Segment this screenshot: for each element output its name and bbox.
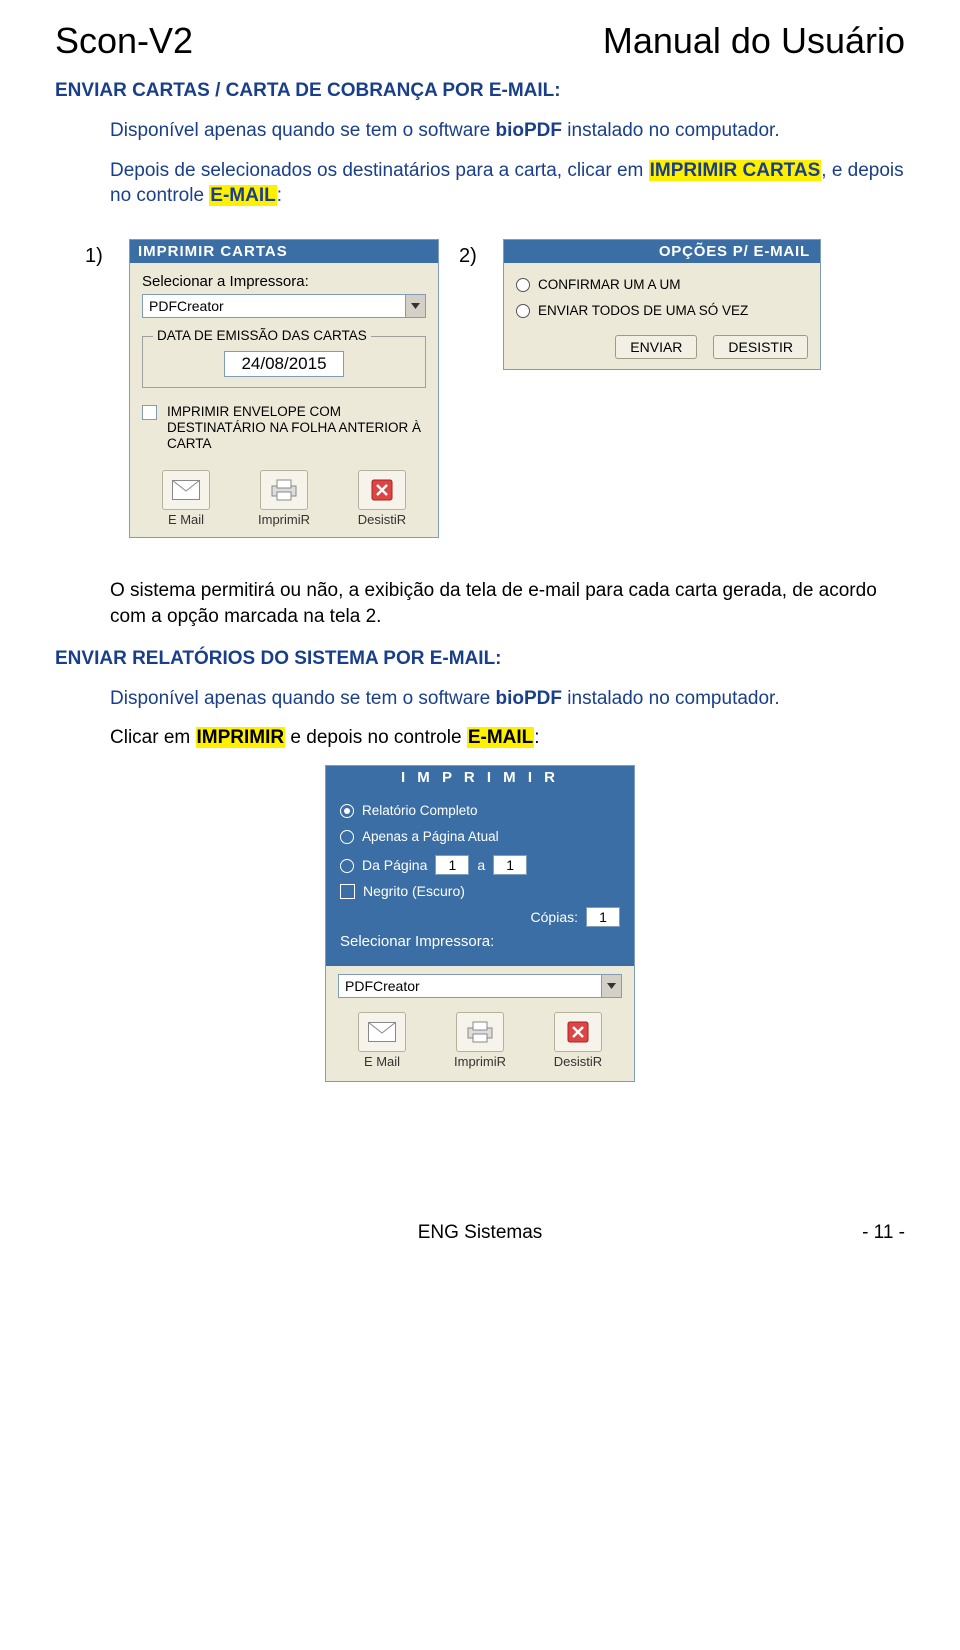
checkbox-icon[interactable] bbox=[142, 405, 157, 420]
email-button[interactable]: E Mail bbox=[146, 470, 226, 527]
radio-pagina-atual[interactable]: Apenas a Página Atual bbox=[340, 829, 620, 845]
footer-company: ENG Sistemas bbox=[115, 1222, 845, 1244]
radio-icon[interactable] bbox=[516, 278, 530, 292]
header-left: Scon-V2 bbox=[55, 20, 193, 62]
text-fragment: : bbox=[534, 727, 539, 748]
panel-2-title: OPÇÕES P/ E-MAIL bbox=[504, 240, 820, 263]
printer-select[interactable]: PDFCreator bbox=[142, 294, 426, 318]
radio-icon[interactable] bbox=[340, 830, 354, 844]
panel-3-title: I M P R I M I R bbox=[326, 766, 634, 789]
text-fragment: : bbox=[277, 185, 282, 206]
mail-icon bbox=[162, 470, 210, 510]
header-right: Manual do Usuário bbox=[603, 20, 905, 62]
doc-header: Scon-V2 Manual do Usuário bbox=[55, 20, 905, 62]
section-2-title: ENVIAR RELATÓRIOS DO SISTEMA POR E-MAIL: bbox=[55, 648, 905, 670]
printer-select-2-value: PDFCreator bbox=[339, 975, 601, 997]
button-label: E Mail bbox=[342, 1054, 422, 1069]
text-fragment: Clicar em bbox=[110, 727, 196, 748]
text-bold: bioPDF bbox=[496, 688, 563, 709]
panel-2-number: 2) bbox=[459, 239, 483, 268]
button-label: ImprimiR bbox=[244, 512, 324, 527]
printer-select-value: PDFCreator bbox=[143, 295, 405, 317]
text-fragment: Disponível apenas quando se tem o softwa… bbox=[110, 688, 496, 709]
panel-imprimir-cartas: IMPRIMIR CARTAS Selecionar a Impressora:… bbox=[129, 239, 439, 539]
radio-label: Da Página bbox=[362, 857, 427, 873]
printer-select-2[interactable]: PDFCreator bbox=[338, 974, 622, 998]
highlight: IMPRIMIR bbox=[196, 727, 286, 748]
radio-icon[interactable] bbox=[340, 804, 354, 818]
radio-confirmar-um-a-um[interactable]: CONFIRMAR UM A UM bbox=[516, 277, 808, 293]
panel-imprimir: I M P R I M I R Relatório Completo Apena… bbox=[325, 765, 635, 1082]
panel-1-number: 1) bbox=[85, 239, 109, 268]
printer-select-label-2: Selecionar Impressora: bbox=[340, 933, 620, 950]
text-fragment: e depois no controle bbox=[285, 727, 467, 748]
button-label: ImprimiR bbox=[440, 1054, 520, 1069]
text-fragment: instalado no computador. bbox=[562, 688, 780, 709]
text-fragment: instalado no computador. bbox=[562, 120, 780, 141]
radio-label: Relatório Completo bbox=[362, 803, 478, 819]
radio-icon[interactable] bbox=[516, 304, 530, 318]
negrito-label: Negrito (Escuro) bbox=[363, 883, 465, 899]
emission-date-legend: DATA DE EMISSÃO DAS CARTAS bbox=[153, 328, 371, 343]
highlight: E-MAIL bbox=[467, 727, 534, 748]
page-footer: ENG Sistemas - 11 - bbox=[0, 1182, 960, 1262]
dropdown-arrow-icon[interactable] bbox=[601, 975, 621, 997]
radio-enviar-todos[interactable]: ENVIAR TODOS DE UMA SÓ VEZ bbox=[516, 303, 808, 319]
close-icon bbox=[554, 1012, 602, 1052]
panel-opcoes-email: OPÇÕES P/ E-MAIL CONFIRMAR UM A UM ENVIA… bbox=[503, 239, 821, 370]
radio-relatorio-completo[interactable]: Relatório Completo bbox=[340, 803, 620, 819]
print-envelope-checkbox-row[interactable]: IMPRIMIR ENVELOPE COM DESTINATÁRIO NA FO… bbox=[142, 404, 426, 453]
emission-date-fieldset: DATA DE EMISSÃO DAS CARTAS 24/08/2015 bbox=[142, 336, 426, 388]
radio-da-pagina-row[interactable]: Da Página 1 a 1 bbox=[340, 855, 620, 875]
print-button-2[interactable]: ImprimiR bbox=[440, 1012, 520, 1069]
negrito-checkbox-row[interactable]: Negrito (Escuro) bbox=[340, 883, 620, 899]
label-a: a bbox=[477, 857, 485, 873]
radio-label: CONFIRMAR UM A UM bbox=[538, 277, 681, 293]
button-label: E Mail bbox=[146, 512, 226, 527]
section-2-para-1: Disponível apenas quando se tem o softwa… bbox=[55, 686, 905, 712]
section-2-para-2: Clicar em IMPRIMIR e depois no controle … bbox=[55, 725, 905, 751]
printer-icon bbox=[456, 1012, 504, 1052]
page-to-input[interactable]: 1 bbox=[493, 855, 527, 875]
text-fragment: Depois de selecionados os destinatários … bbox=[110, 160, 649, 181]
cancel-button[interactable]: DesistiR bbox=[342, 470, 422, 527]
dropdown-arrow-icon[interactable] bbox=[405, 295, 425, 317]
checkbox-icon[interactable] bbox=[340, 884, 355, 899]
printer-select-label: Selecionar a Impressora: bbox=[142, 273, 426, 290]
printer-icon bbox=[260, 470, 308, 510]
desistir-button[interactable]: DESISTIR bbox=[713, 335, 808, 359]
print-button[interactable]: ImprimiR bbox=[244, 470, 324, 527]
button-label: DesistiR bbox=[342, 512, 422, 527]
button-label: DesistiR bbox=[538, 1054, 618, 1069]
copies-label: Cópias: bbox=[531, 909, 578, 925]
page-from-input[interactable]: 1 bbox=[435, 855, 469, 875]
emission-date-input[interactable]: 24/08/2015 bbox=[224, 351, 343, 377]
section-1-title: ENVIAR CARTAS / CARTA DE COBRANÇA POR E-… bbox=[55, 80, 905, 102]
radio-label: Apenas a Página Atual bbox=[362, 829, 499, 845]
text-bold: bioPDF bbox=[496, 120, 563, 141]
text-fragment: Disponível apenas quando se tem o softwa… bbox=[110, 120, 496, 141]
panels-row: 1) IMPRIMIR CARTAS Selecionar a Impresso… bbox=[55, 239, 905, 539]
radio-label: ENVIAR TODOS DE UMA SÓ VEZ bbox=[538, 303, 748, 319]
footer-page-number: - 11 - bbox=[845, 1222, 905, 1244]
highlight: E-MAIL bbox=[209, 185, 276, 206]
highlight: IMPRIMIR CARTAS bbox=[649, 160, 822, 181]
section-1-para-3: O sistema permitirá ou não, a exibição d… bbox=[55, 578, 905, 629]
section-1-para-2: Depois de selecionados os destinatários … bbox=[55, 158, 905, 209]
panel-1-title: IMPRIMIR CARTAS bbox=[130, 240, 438, 263]
section-1-para-1: Disponível apenas quando se tem o softwa… bbox=[55, 118, 905, 144]
print-envelope-label: IMPRIMIR ENVELOPE COM DESTINATÁRIO NA FO… bbox=[167, 404, 426, 453]
copies-input[interactable]: 1 bbox=[586, 907, 620, 927]
cancel-button-2[interactable]: DesistiR bbox=[538, 1012, 618, 1069]
enviar-button[interactable]: ENVIAR bbox=[615, 335, 697, 359]
radio-icon[interactable] bbox=[340, 859, 354, 873]
email-button-2[interactable]: E Mail bbox=[342, 1012, 422, 1069]
close-icon bbox=[358, 470, 406, 510]
mail-icon bbox=[358, 1012, 406, 1052]
